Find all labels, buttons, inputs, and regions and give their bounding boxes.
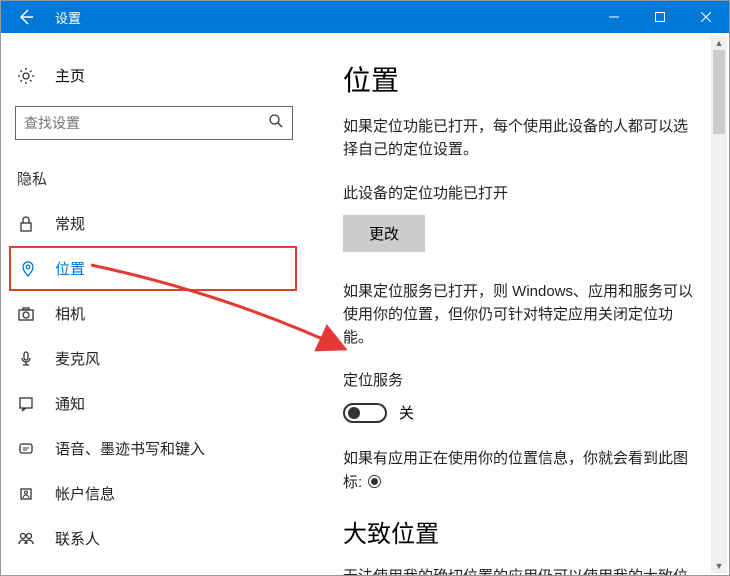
window-title: 设置 bbox=[51, 8, 81, 27]
notification-icon bbox=[17, 395, 35, 413]
sidebar-item-label: 常规 bbox=[55, 213, 85, 234]
location-icon bbox=[19, 260, 37, 278]
sidebar-item-label: 帐户信息 bbox=[55, 483, 115, 504]
sidebar-item-notifications[interactable]: 通知 bbox=[1, 381, 311, 426]
sidebar-item-label: 相机 bbox=[55, 303, 85, 324]
location-service-toggle[interactable] bbox=[343, 403, 387, 423]
camera-icon bbox=[17, 305, 35, 323]
sidebar-item-account-info[interactable]: 帐户信息 bbox=[1, 471, 311, 516]
main-panel: 位置 如果定位功能已打开，每个使用此设备的人都可以选择自己的定位设置。 此设备的… bbox=[311, 33, 729, 575]
close-button[interactable] bbox=[683, 1, 729, 33]
sidebar: 主页 隐私 常规 位置 相机 麦克风 通知 bbox=[1, 33, 311, 575]
sidebar-item-label: 通知 bbox=[55, 393, 85, 414]
sidebar-item-general[interactable]: 常规 bbox=[1, 201, 311, 246]
location-service-text: 如果定位服务已打开，则 Windows、应用和服务可以使用你的位置，但你仍可针对… bbox=[343, 280, 699, 350]
microphone-icon bbox=[17, 350, 35, 368]
toggle-knob bbox=[348, 407, 360, 419]
window-controls bbox=[591, 1, 729, 33]
scrollbar[interactable]: ▲ ▼ bbox=[711, 36, 727, 573]
back-arrow-icon bbox=[16, 7, 36, 27]
category-heading: 隐私 bbox=[1, 158, 311, 201]
speech-icon bbox=[17, 440, 35, 458]
location-intro-text: 如果定位功能已打开，每个使用此设备的人都可以选择自己的定位设置。 bbox=[343, 115, 699, 162]
search-icon bbox=[268, 113, 284, 134]
sidebar-item-label: 位置 bbox=[55, 258, 85, 279]
content-area: 主页 隐私 常规 位置 相机 麦克风 通知 bbox=[1, 33, 729, 575]
sidebar-item-label: 语音、墨迹书写和键入 bbox=[55, 438, 205, 459]
scroll-thumb[interactable] bbox=[713, 50, 725, 134]
location-service-toggle-row: 关 bbox=[343, 402, 699, 423]
lock-icon bbox=[17, 215, 35, 233]
sidebar-item-speech-ink[interactable]: 语音、墨迹书写和键入 bbox=[1, 426, 311, 471]
toggle-state-label: 关 bbox=[399, 402, 414, 423]
sidebar-item-microphone[interactable]: 麦克风 bbox=[1, 336, 311, 381]
sidebar-item-camera[interactable]: 相机 bbox=[1, 291, 311, 336]
maximize-button[interactable] bbox=[637, 1, 683, 33]
sidebar-item-contacts[interactable]: 联系人 bbox=[1, 516, 311, 561]
search-box[interactable] bbox=[15, 106, 293, 140]
account-icon bbox=[17, 485, 35, 503]
sidebar-item-label: 麦克风 bbox=[55, 348, 100, 369]
page-title: 位置 bbox=[343, 59, 699, 99]
home-label: 主页 bbox=[55, 65, 85, 86]
sidebar-item-label: 联系人 bbox=[55, 528, 100, 549]
location-service-label: 定位服务 bbox=[343, 369, 699, 390]
search-input[interactable] bbox=[24, 115, 268, 131]
scroll-up-icon[interactable]: ▲ bbox=[711, 36, 727, 50]
titlebar: 设置 bbox=[1, 1, 729, 33]
device-location-status: 此设备的定位功能已打开 bbox=[343, 182, 699, 203]
approximate-location-text: 无法使用我的确切位置的应用仍可以使用我的大致位置，如城市、邮政编码或区域。 bbox=[343, 565, 699, 575]
scroll-down-icon[interactable]: ▼ bbox=[711, 559, 727, 573]
sidebar-item-location[interactable]: 位置 bbox=[9, 246, 297, 291]
gear-icon bbox=[17, 67, 35, 85]
back-button[interactable] bbox=[1, 1, 51, 33]
home-link[interactable]: 主页 bbox=[1, 55, 311, 96]
location-usage-text: 如果有应用正在使用你的位置信息，你就会看到此图标: bbox=[343, 447, 699, 494]
change-button[interactable]: 更改 bbox=[343, 215, 425, 252]
minimize-button[interactable] bbox=[591, 1, 637, 33]
contacts-icon bbox=[17, 530, 35, 548]
location-indicator-icon bbox=[368, 475, 381, 488]
approximate-location-heading: 大致位置 bbox=[343, 514, 699, 549]
